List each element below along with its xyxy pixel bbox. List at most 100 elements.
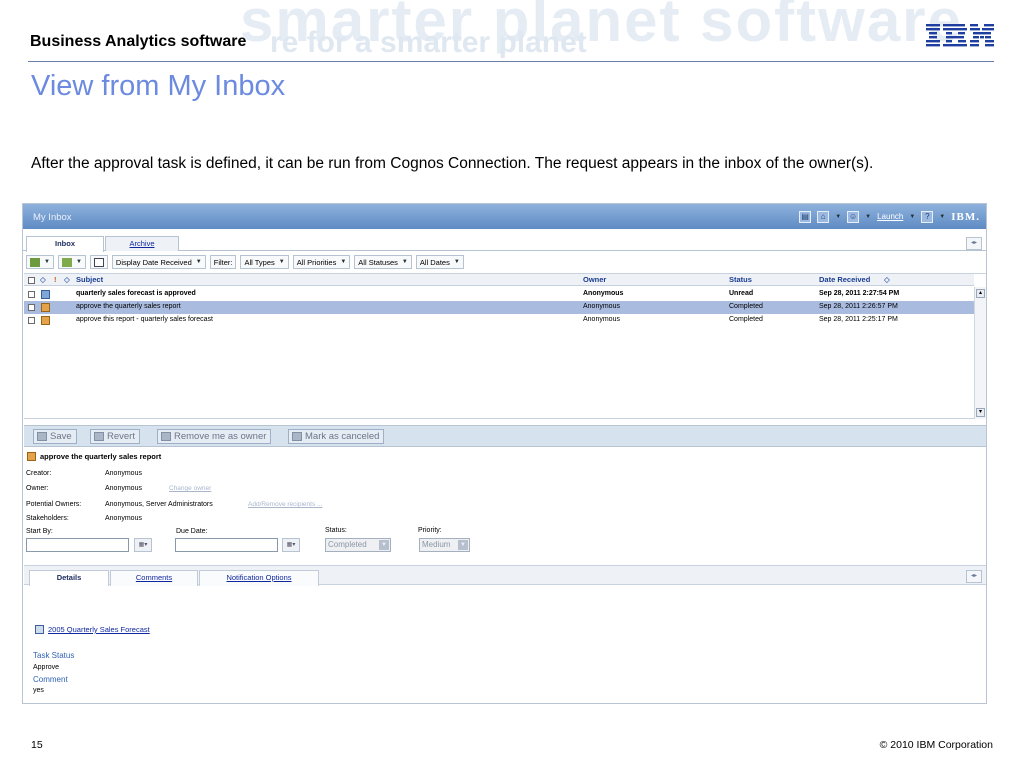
comment-value: yes bbox=[33, 687, 44, 694]
dates-select-label: All Dates bbox=[419, 257, 450, 267]
comment-label: Comment bbox=[33, 675, 68, 684]
save-button[interactable]: Save bbox=[33, 429, 77, 444]
tab-details[interactable]: Details bbox=[29, 570, 109, 586]
revert-button[interactable]: Revert bbox=[90, 429, 140, 444]
mark-canceled-label: Mark as canceled bbox=[305, 431, 380, 442]
potential-owners-value: Anonymous, Server Administrators bbox=[105, 501, 213, 508]
statuses-select-label: All Statuses bbox=[358, 257, 398, 267]
notification-icon bbox=[41, 290, 50, 299]
help-icon[interactable]: ? bbox=[921, 210, 934, 223]
chevron-down-icon[interactable]: ▼ bbox=[939, 214, 945, 220]
ibm-wordmark: IBM. bbox=[951, 210, 980, 223]
sort-icon[interactable]: ◇ bbox=[64, 275, 70, 284]
column-status[interactable]: Status bbox=[729, 275, 752, 284]
row-date: Sep 28, 2011 2:25:17 PM bbox=[819, 316, 898, 323]
row-subject: quarterly sales forecast is approved bbox=[76, 290, 196, 297]
user-icon[interactable]: ☺ bbox=[847, 210, 860, 223]
slide: smarter planet software re for a smarter… bbox=[0, 0, 1024, 768]
ibm-logo bbox=[926, 24, 994, 47]
sort-icon[interactable]: ◇ bbox=[884, 275, 890, 284]
table-row[interactable]: approve this report - quarterly sales fo… bbox=[24, 314, 974, 327]
column-date-received[interactable]: Date Received bbox=[819, 275, 870, 284]
row-owner: Anonymous bbox=[583, 290, 624, 297]
task-status-value: Approve bbox=[33, 664, 60, 671]
tab-inbox[interactable]: Inbox bbox=[26, 236, 104, 252]
home-icon[interactable]: ⌂ bbox=[817, 210, 830, 223]
row-date: Sep 28, 2011 2:27:54 PM bbox=[819, 290, 900, 297]
row-status: Completed bbox=[729, 316, 763, 323]
remove-owner-button[interactable]: Remove me as owner bbox=[157, 429, 272, 444]
tab-archive[interactable]: Archive bbox=[105, 236, 179, 251]
inbox-window: My Inbox ▤ ⌂ ▼ ☺ ▼ Launch ▼ ? ▼ IBM. Inb… bbox=[22, 203, 987, 704]
status-select[interactable]: Completed ▼ bbox=[325, 538, 391, 552]
copyright: © 2010 IBM Corporation bbox=[879, 739, 993, 751]
chevron-down-icon[interactable]: ▼ bbox=[865, 214, 871, 220]
due-date-field[interactable] bbox=[175, 538, 278, 552]
list-header: ◇ ! ◇ Subject Owner Status Date Received… bbox=[24, 274, 974, 286]
row-status: Completed bbox=[729, 303, 763, 310]
page-icon[interactable]: ▤ bbox=[799, 210, 812, 223]
status-select-value: Completed bbox=[328, 540, 367, 549]
start-by-field[interactable] bbox=[26, 538, 129, 552]
calendar-icon[interactable]: ▦▾ bbox=[134, 538, 152, 552]
statuses-select[interactable]: All Statuses ▼ bbox=[354, 255, 412, 269]
row-checkbox[interactable] bbox=[28, 291, 35, 298]
properties-button[interactable] bbox=[89, 255, 108, 269]
row-subject: approve the quarterly sales report bbox=[76, 303, 181, 310]
column-subject[interactable]: Subject bbox=[76, 275, 103, 284]
change-owner-link[interactable]: Change owner bbox=[169, 485, 211, 492]
launch-menu[interactable]: Launch bbox=[877, 212, 903, 221]
filter-label-box: Filter: bbox=[209, 255, 237, 269]
row-owner: Anonymous bbox=[583, 316, 620, 323]
priorities-select-label: All Priorities bbox=[296, 257, 337, 267]
task-list: ◇ ! ◇ Subject Owner Status Date Received… bbox=[24, 273, 986, 419]
priorities-select[interactable]: All Priorities ▼ bbox=[292, 255, 351, 269]
display-select[interactable]: Display Date Received ▼ bbox=[111, 255, 206, 269]
calendar-icon[interactable]: ▦▾ bbox=[282, 538, 300, 552]
dates-select[interactable]: All Dates ▼ bbox=[415, 255, 464, 269]
scroll-down-icon[interactable]: ▾ bbox=[976, 408, 985, 417]
properties-icon bbox=[93, 257, 104, 267]
column-owner[interactable]: Owner bbox=[583, 275, 606, 284]
task-icon bbox=[41, 316, 50, 325]
mark-canceled-button[interactable]: Mark as canceled bbox=[288, 429, 385, 444]
report-link[interactable]: 2005 Quarterly Sales Forecast bbox=[35, 625, 150, 634]
chevron-down-icon[interactable]: ▼ bbox=[835, 214, 841, 220]
task-status-label: Task Status bbox=[33, 651, 75, 660]
table-row[interactable]: quarterly sales forecast is approved Ano… bbox=[24, 288, 974, 301]
tab-scroll-arrows[interactable]: ◂▸ bbox=[966, 237, 982, 250]
creator-value: Anonymous bbox=[105, 470, 142, 477]
row-checkbox[interactable] bbox=[28, 304, 35, 311]
list-scrollbar[interactable]: ▴ ▾ bbox=[974, 287, 986, 419]
sort-icon[interactable]: ◇ bbox=[40, 275, 46, 284]
types-select[interactable]: All Types ▼ bbox=[240, 255, 289, 269]
tab-comments[interactable]: Comments bbox=[110, 570, 198, 586]
creator-label: Creator: bbox=[26, 470, 52, 477]
scroll-up-icon[interactable]: ▴ bbox=[976, 289, 985, 298]
chevron-down-icon[interactable]: ▼ bbox=[909, 214, 915, 220]
stakeholders-label: Stakeholders: bbox=[26, 515, 69, 522]
priority-icon[interactable]: ! bbox=[54, 275, 57, 284]
actions-button[interactable]: ▼ bbox=[26, 255, 54, 269]
app-topbar: My Inbox ▤ ⌂ ▼ ☺ ▼ Launch ▼ ? ▼ IBM. bbox=[23, 204, 986, 229]
types-select-label: All Types bbox=[244, 257, 275, 267]
due-date-label: Due Date: bbox=[176, 528, 208, 535]
remove-owner-label: Remove me as owner bbox=[174, 431, 267, 442]
topbar-actions: ▤ ⌂ ▼ ☺ ▼ Launch ▼ ? ▼ IBM. bbox=[799, 208, 980, 225]
select-all-checkbox[interactable] bbox=[28, 277, 35, 284]
move-button[interactable]: ▼ bbox=[57, 255, 86, 269]
task-title-text: approve the quarterly sales report bbox=[40, 452, 162, 461]
task-icon bbox=[27, 452, 36, 461]
priority-select-value: Medium bbox=[422, 540, 451, 549]
app-title: My Inbox bbox=[33, 212, 72, 223]
filter-label: Filter: bbox=[213, 257, 233, 267]
tab-scroll-arrows[interactable]: ◂▸ bbox=[966, 570, 982, 583]
banner-watermark-tagline: re for a smarter planet bbox=[270, 26, 587, 59]
remove-owner-icon bbox=[161, 432, 171, 441]
row-checkbox[interactable] bbox=[28, 317, 35, 324]
tab-notification-options[interactable]: Notification Options bbox=[199, 570, 319, 586]
priority-select[interactable]: Medium ▼ bbox=[419, 538, 470, 552]
add-remove-recipients-link[interactable]: Add/Remove recipients ... bbox=[248, 501, 322, 508]
task-title: approve the quarterly sales report bbox=[27, 452, 161, 461]
table-row[interactable]: approve the quarterly sales report Anony… bbox=[24, 301, 974, 314]
